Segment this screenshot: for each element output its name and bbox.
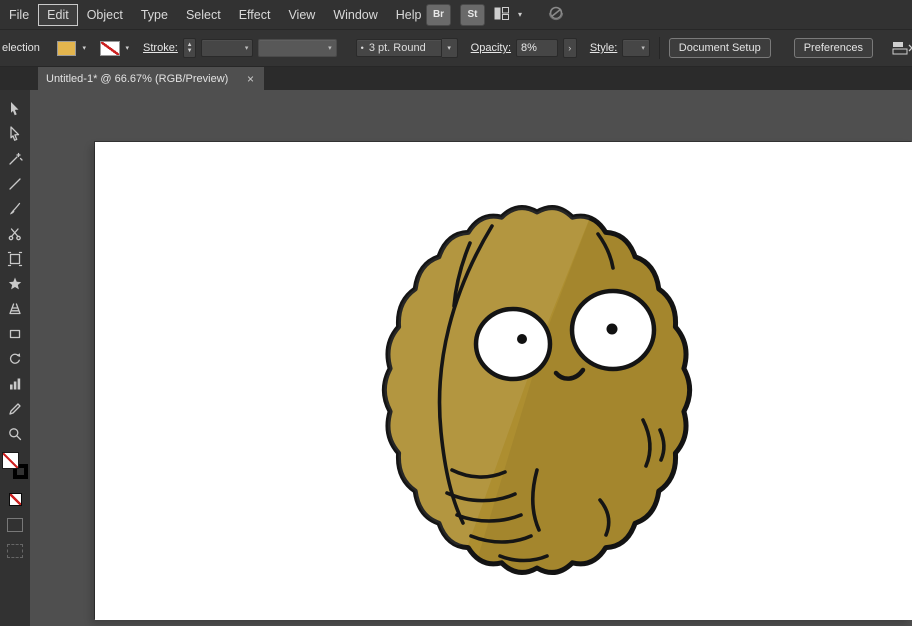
- opacity-value: 8%: [521, 42, 537, 54]
- control-bar: election ▾ ▾ Stroke: ▲ ▼ ▾ ▾ • 3 pt. Rou…: [0, 30, 912, 67]
- sync-icon[interactable]: [547, 5, 565, 24]
- stroke-weight-label[interactable]: Stroke:: [143, 42, 178, 54]
- fill-color-swatch[interactable]: [56, 40, 77, 56]
- shape-builder-tool-icon[interactable]: [0, 271, 30, 296]
- brush-chevron-icon[interactable]: ▾: [441, 38, 458, 58]
- chevron-down-icon: ▾: [328, 45, 332, 52]
- selection-tool-icon[interactable]: [0, 96, 30, 121]
- variable-width-combo: ▾: [258, 39, 337, 57]
- document-tab[interactable]: Untitled-1* @ 66.67% (RGB/Preview) ×: [38, 67, 264, 90]
- style-combo[interactable]: ▾: [622, 39, 650, 57]
- menu-edit[interactable]: Edit: [38, 3, 78, 26]
- none-swatch-icon[interactable]: [8, 493, 22, 506]
- arrange-documents-icon[interactable]: [494, 6, 509, 23]
- fill-stroke-indicator[interactable]: [2, 452, 28, 479]
- perspective-grid-tool-icon[interactable]: [0, 296, 30, 321]
- menu-help[interactable]: Help: [387, 4, 431, 26]
- bridge-button[interactable]: Br: [426, 3, 451, 26]
- menu-view[interactable]: View: [279, 4, 324, 26]
- artboard[interactable]: [95, 142, 912, 620]
- divider: [658, 37, 660, 59]
- rectangle-tool-icon[interactable]: [0, 321, 30, 346]
- tab-bar: Untitled-1* @ 66.67% (RGB/Preview) ×: [0, 67, 912, 90]
- stroke-weight-stepper[interactable]: ▲ ▼: [182, 38, 197, 58]
- scissors-tool-icon[interactable]: [0, 221, 30, 246]
- opacity-field[interactable]: 8%: [516, 39, 558, 57]
- magic-wand-tool-icon[interactable]: [0, 146, 30, 171]
- style-label[interactable]: Style:: [590, 42, 618, 54]
- menu-file[interactable]: File: [0, 4, 38, 26]
- menu-select[interactable]: Select: [177, 4, 230, 26]
- menu-type[interactable]: Type: [132, 4, 177, 26]
- stroke-weight-combo[interactable]: ▾: [201, 39, 254, 57]
- stepper-down-icon[interactable]: ▼: [187, 48, 193, 54]
- close-tab-icon[interactable]: ×: [245, 72, 256, 86]
- brush-definition-value: 3 pt. Round: [368, 42, 426, 54]
- preferences-button[interactable]: Preferences: [793, 38, 874, 58]
- brush-definition-combo[interactable]: • 3 pt. Round: [355, 39, 442, 57]
- document-setup-button[interactable]: Document Setup: [668, 38, 771, 58]
- free-transform-tool-icon[interactable]: [0, 246, 30, 271]
- chevron-down-icon[interactable]: ▾: [518, 10, 522, 19]
- paintbrush-tool-icon[interactable]: [0, 196, 30, 221]
- stock-button[interactable]: St: [460, 3, 485, 26]
- tools-panel: [0, 90, 30, 626]
- line-segment-tool-icon[interactable]: [0, 171, 30, 196]
- opacity-label[interactable]: Opacity:: [471, 42, 511, 54]
- stroke-chevron-icon[interactable]: ▾: [125, 44, 131, 52]
- app-bar-icons: Br St ▾: [426, 0, 565, 29]
- brush-bullet-icon: •: [360, 43, 364, 53]
- document-tab-title: Untitled-1* @ 66.67% (RGB/Preview): [46, 72, 229, 85]
- selection-type-label: election: [2, 42, 40, 54]
- chevron-down-icon[interactable]: ▾: [637, 44, 645, 52]
- draw-normal-icon[interactable]: [7, 518, 23, 532]
- menu-bar: File Edit Object Type Select Effect View…: [0, 0, 912, 30]
- menu-object[interactable]: Object: [78, 4, 132, 26]
- menu-effect[interactable]: Effect: [230, 4, 280, 26]
- draw-behind-icon[interactable]: [7, 544, 23, 558]
- fill-chevron-icon[interactable]: ▾: [81, 44, 87, 52]
- opacity-panel-arrow-icon[interactable]: ›: [562, 38, 577, 58]
- chevron-down-icon[interactable]: ▾: [241, 44, 249, 52]
- fill-none-indicator-icon[interactable]: [2, 452, 19, 469]
- column-graph-tool-icon[interactable]: [0, 371, 30, 396]
- zoom-tool-icon[interactable]: [0, 421, 30, 446]
- direct-selection-tool-icon[interactable]: [0, 121, 30, 146]
- pencil-tool-icon[interactable]: [0, 396, 30, 421]
- stroke-color-swatch[interactable]: [99, 40, 120, 56]
- align-icon[interactable]: [892, 40, 912, 56]
- rotate-tool-icon[interactable]: [0, 346, 30, 371]
- menu-window[interactable]: Window: [324, 4, 386, 26]
